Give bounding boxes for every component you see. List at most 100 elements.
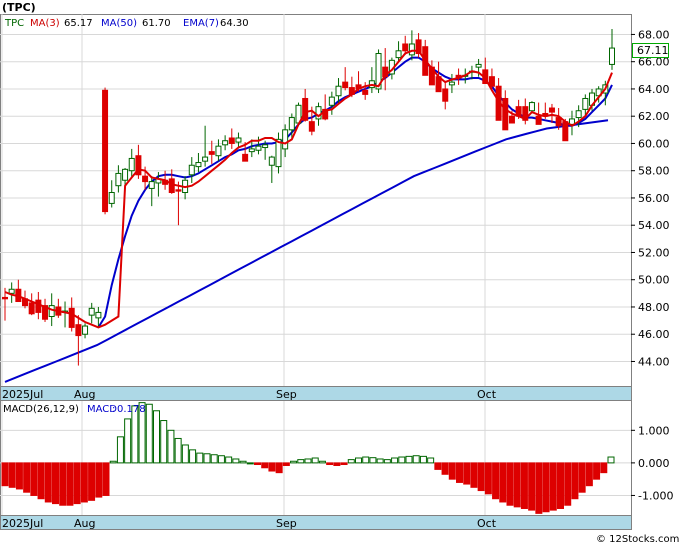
price-tick-label: 68.00 xyxy=(638,28,670,41)
macd-bar xyxy=(340,462,348,466)
macd-bar xyxy=(326,462,334,466)
candle-body xyxy=(228,137,235,144)
candle-body xyxy=(308,121,315,132)
price-tick-label: 44.00 xyxy=(638,355,670,368)
macd-bar xyxy=(441,462,449,475)
candle-body xyxy=(475,63,482,68)
candle-body xyxy=(195,162,202,168)
candle-body xyxy=(442,88,449,102)
last-price-value: 67.11 xyxy=(637,44,669,57)
candle-body xyxy=(142,175,149,183)
macd-bar xyxy=(167,429,175,464)
candle-body xyxy=(548,107,555,113)
macd-bar xyxy=(297,459,305,464)
macd-bar xyxy=(383,459,391,464)
date-label: Aug xyxy=(74,517,95,530)
ma50-legend-value: 61.70 xyxy=(142,18,171,29)
candle-body xyxy=(115,172,122,187)
macd-bar xyxy=(232,458,240,464)
macd-bar xyxy=(225,456,233,464)
macd-bar xyxy=(196,452,204,464)
macd-bar xyxy=(405,455,413,464)
candle-body xyxy=(342,81,349,89)
macd-tick-label: 1.000 xyxy=(638,424,670,437)
macd-bar xyxy=(470,462,478,488)
candle-body xyxy=(188,164,195,176)
macd-axis: 1.000 0.000 -1.000 xyxy=(631,424,673,502)
price-tick-label: 54.00 xyxy=(638,219,670,232)
candle-body xyxy=(88,307,95,316)
price-panel xyxy=(0,14,632,387)
candle-body xyxy=(502,97,509,131)
candle-body xyxy=(68,307,75,328)
macd-bar xyxy=(492,462,500,500)
macd-bar xyxy=(311,457,319,464)
candle-body xyxy=(262,144,269,149)
date-label: Oct xyxy=(477,388,497,401)
candle-body xyxy=(248,148,255,153)
price-tick-label: 56.00 xyxy=(638,192,670,205)
macd-bar xyxy=(355,457,362,464)
macd-bar xyxy=(37,462,45,500)
macd-bar xyxy=(44,462,52,503)
macd-bar xyxy=(484,462,492,495)
macd-bar xyxy=(600,462,608,474)
candle-body xyxy=(95,311,102,319)
macd-bar xyxy=(398,456,406,464)
macd-bar xyxy=(528,462,536,511)
macd-bar xyxy=(145,403,153,464)
macd-bar xyxy=(268,462,276,472)
macd-bar xyxy=(578,462,586,493)
macd-bar xyxy=(506,462,514,506)
macd-bar xyxy=(1,462,9,487)
macd-bar xyxy=(23,462,31,493)
candle-body xyxy=(402,43,409,52)
macd-bar xyxy=(30,462,38,496)
macd-bar xyxy=(8,462,16,488)
candle-body xyxy=(255,145,262,151)
macd-bar xyxy=(542,462,550,513)
price-tick-label: 46.00 xyxy=(638,328,670,341)
macd-bar xyxy=(520,462,528,509)
candle-body xyxy=(535,115,542,125)
candle xyxy=(102,87,109,215)
macd-bar xyxy=(369,457,377,464)
price-tick-label: 62.00 xyxy=(638,110,670,123)
chart-ticker-title: (TPC) xyxy=(2,1,36,14)
candle-body xyxy=(268,156,275,166)
candle-body xyxy=(408,43,415,56)
date-label: Oct xyxy=(477,517,497,530)
candle-body xyxy=(202,156,209,162)
candle-body xyxy=(215,145,222,157)
macd-bar xyxy=(347,459,355,464)
candle-body xyxy=(235,137,242,143)
ma50-legend-label: MA(50) xyxy=(101,18,137,29)
candle-body xyxy=(575,110,582,119)
macd-bar xyxy=(239,460,247,464)
candle-body xyxy=(488,76,495,87)
candle-body xyxy=(335,85,342,97)
candle-body xyxy=(328,96,335,106)
macd-bar xyxy=(571,462,579,500)
date-label: 2025Jul xyxy=(2,388,43,401)
macd-bar xyxy=(15,462,23,490)
candle-body xyxy=(82,325,89,335)
stock-chart: 68.0066.0064.0062.0060.0058.0056.0054.00… xyxy=(0,0,680,546)
macd-bar xyxy=(66,462,74,506)
candle-body xyxy=(28,302,35,315)
candle-body xyxy=(35,299,42,313)
macd-bar xyxy=(419,455,427,464)
macd-tick-label: -1.000 xyxy=(638,489,673,502)
macd-bar xyxy=(391,457,399,464)
macd-legend-colon: : xyxy=(112,404,115,415)
macd-bar xyxy=(181,444,189,464)
macd-tick-label: 0.000 xyxy=(638,457,670,470)
macd-bar xyxy=(116,436,124,464)
macd-bar xyxy=(59,462,67,506)
candle-body xyxy=(448,81,455,86)
macd-bar xyxy=(88,462,96,501)
macd-bar xyxy=(160,420,168,464)
candle-body xyxy=(75,324,82,337)
macd-bar xyxy=(95,462,103,498)
date-label: Aug xyxy=(74,388,95,401)
